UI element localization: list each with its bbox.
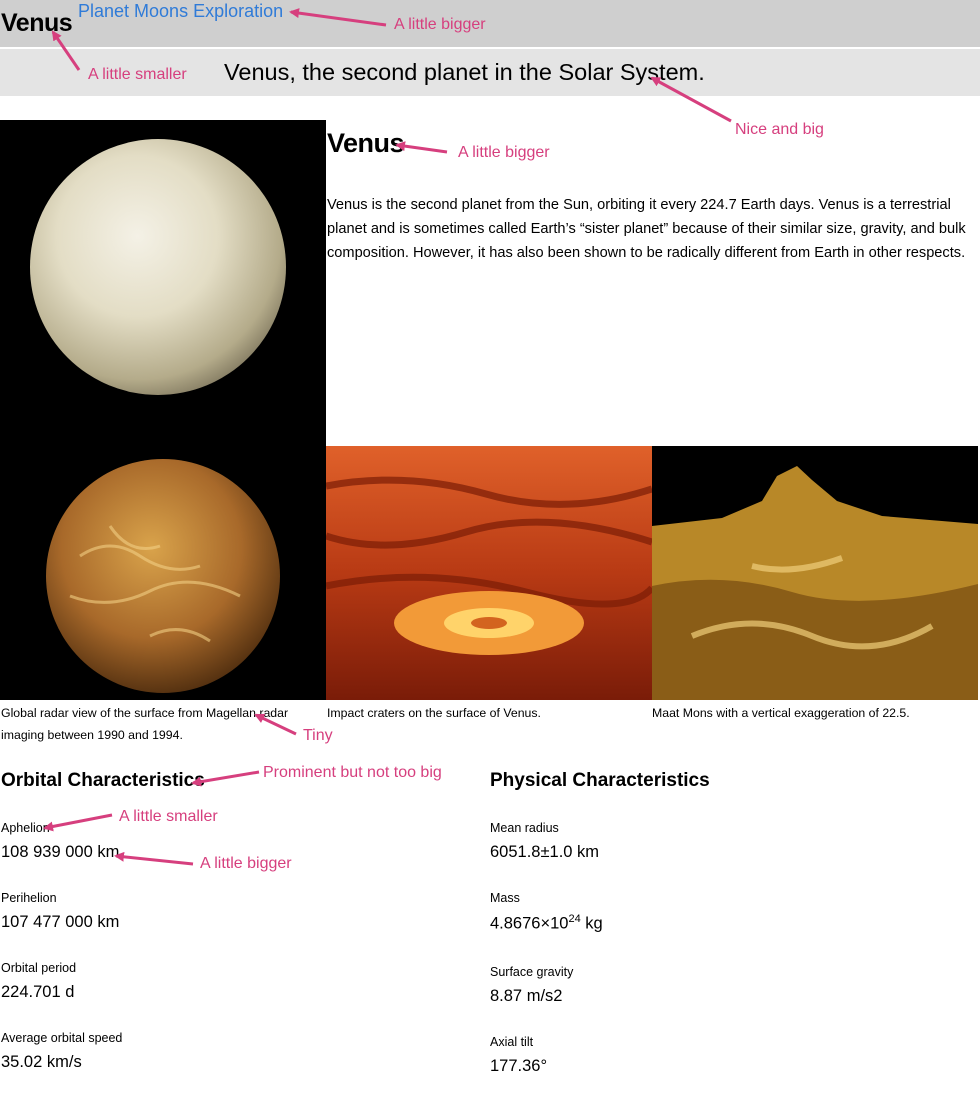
axial-tilt-value: 177.36° <box>490 1057 548 1075</box>
annotation-tagline-big: Nice and big <box>735 121 824 138</box>
mass-value-exponent: 24 <box>568 913 581 925</box>
orbital-period-label: Orbital period <box>1 961 77 975</box>
surface-gravity-value: 8.87 m/s2 <box>490 987 563 1005</box>
maat-mons-image <box>652 446 978 700</box>
nav-link-planet-moons-exploration[interactable]: Planet Moons Exploration <box>78 1 283 22</box>
gallery-caption-2: Impact craters on the surface of Venus. <box>327 706 541 720</box>
orbital-characteristics-heading: Orbital Characteristics <box>1 770 205 791</box>
mass-value-main: 4.8676×10 <box>490 914 569 933</box>
annotation-link-bigger: A little bigger <box>394 16 486 33</box>
radar-globe-image <box>0 446 326 700</box>
impact-craters-image <box>324 446 655 700</box>
perihelion-label: Perihelion <box>1 891 57 905</box>
annotation-site-name-smaller: A little smaller <box>88 66 187 83</box>
mean-radius-label: Mean radius <box>490 821 559 835</box>
annotation-title-bigger: A little bigger <box>458 144 550 161</box>
venus-globe-image <box>0 120 326 446</box>
tagline: Venus, the second planet in the Solar Sy… <box>224 59 705 85</box>
surface-gravity-label: Surface gravity <box>490 965 574 979</box>
annotation-value-bigger: A little bigger <box>200 855 292 872</box>
mass-value-unit: kg <box>580 914 603 933</box>
annotation-heading-prominent: Prominent but not too big <box>263 764 442 781</box>
article-body: Venus is the second planet from the Sun,… <box>327 197 966 262</box>
aphelion-value: 108 939 000 km <box>1 843 120 861</box>
annotation-caption-tiny: Tiny <box>303 727 333 744</box>
orbital-speed-label: Average orbital speed <box>1 1031 123 1045</box>
annotation-label-smaller: A little smaller <box>119 808 218 825</box>
gallery-caption-1: Global radar view of the surface from Ma… <box>1 706 289 742</box>
arrow-value <box>114 851 194 866</box>
orbital-speed-value: 35.02 km/s <box>1 1053 82 1071</box>
site-name: Venus <box>1 9 73 37</box>
axial-tilt-label: Axial tilt <box>490 1035 534 1049</box>
arrow-label <box>43 813 113 832</box>
perihelion-value: 107 477 000 km <box>1 913 120 931</box>
article-title: Venus <box>327 128 405 158</box>
physical-characteristics-heading: Physical Characteristics <box>490 770 710 791</box>
mean-radius-value: 6051.8±1.0 km <box>490 843 600 861</box>
aphelion-label: Aphelion <box>1 821 50 835</box>
mass-label: Mass <box>490 891 520 905</box>
mass-value: 4.8676×1024 kg <box>490 913 603 934</box>
arrow-article-title <box>395 141 448 154</box>
orbital-period-value: 224.701 d <box>1 983 75 1001</box>
gallery-caption-3: Maat Mons with a vertical exaggeration o… <box>652 706 910 720</box>
